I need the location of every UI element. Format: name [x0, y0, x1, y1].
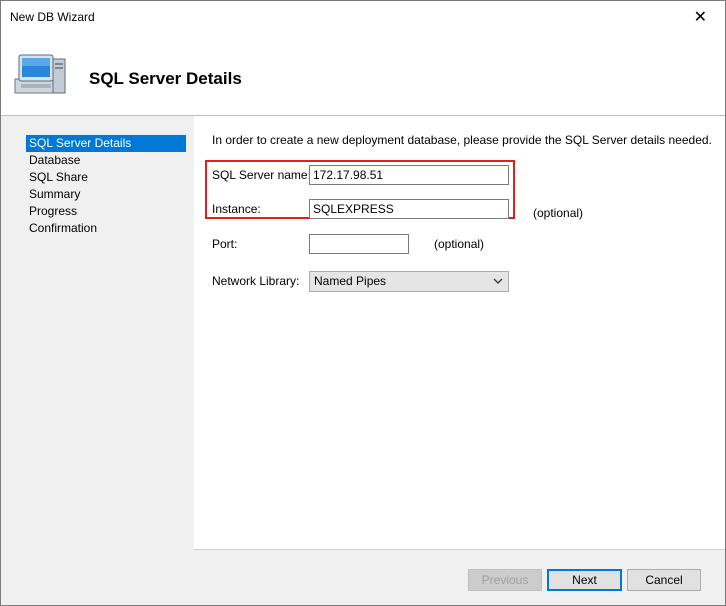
next-button[interactable]: Next [547, 569, 622, 591]
close-icon[interactable]: ✕ [694, 7, 707, 26]
wizard-header: SQL Server Details [1, 33, 725, 116]
computer-icon [14, 54, 66, 94]
wizard-window: New DB Wizard ✕ SQL Server Details SQL S… [0, 0, 726, 606]
chevron-down-icon [493, 273, 503, 297]
title-bar: New DB Wizard ✕ [1, 1, 725, 33]
network-library-label: Network Library: [212, 274, 300, 288]
intro-text: In order to create a new deployment data… [212, 133, 712, 147]
instance-optional-label: (optional) [533, 206, 584, 220]
step-summary[interactable]: Summary [26, 186, 186, 203]
instance-label: Instance: [212, 202, 261, 216]
instance-field[interactable]: SQLEXPRESS [309, 199, 509, 219]
footer-divider [194, 549, 725, 550]
step-sql-server-details[interactable]: SQL Server Details [26, 135, 186, 152]
page-title: SQL Server Details [89, 69, 242, 88]
server-name-field[interactable]: 172.17.98.51 [309, 165, 509, 185]
server-name-label: SQL Server name: [212, 168, 311, 182]
steps-list: SQL Server Details Database SQL Share Su… [26, 135, 186, 237]
port-optional-label: (optional) [434, 237, 485, 251]
content-panel: In order to create a new deployment data… [194, 116, 725, 549]
cancel-button[interactable]: Cancel [627, 569, 701, 591]
step-confirmation[interactable]: Confirmation [26, 220, 186, 237]
port-field[interactable] [309, 234, 409, 254]
step-sql-share[interactable]: SQL Share [26, 169, 186, 186]
wizard-body: SQL Server Details Database SQL Share Su… [1, 116, 725, 605]
network-library-select[interactable]: Named Pipes [309, 271, 509, 292]
previous-button[interactable]: Previous [468, 569, 542, 591]
step-database[interactable]: Database [26, 152, 186, 169]
port-label: Port: [212, 237, 238, 251]
step-progress[interactable]: Progress [26, 203, 186, 220]
network-library-value: Named Pipes [314, 274, 387, 288]
window-title: New DB Wizard [10, 10, 95, 24]
